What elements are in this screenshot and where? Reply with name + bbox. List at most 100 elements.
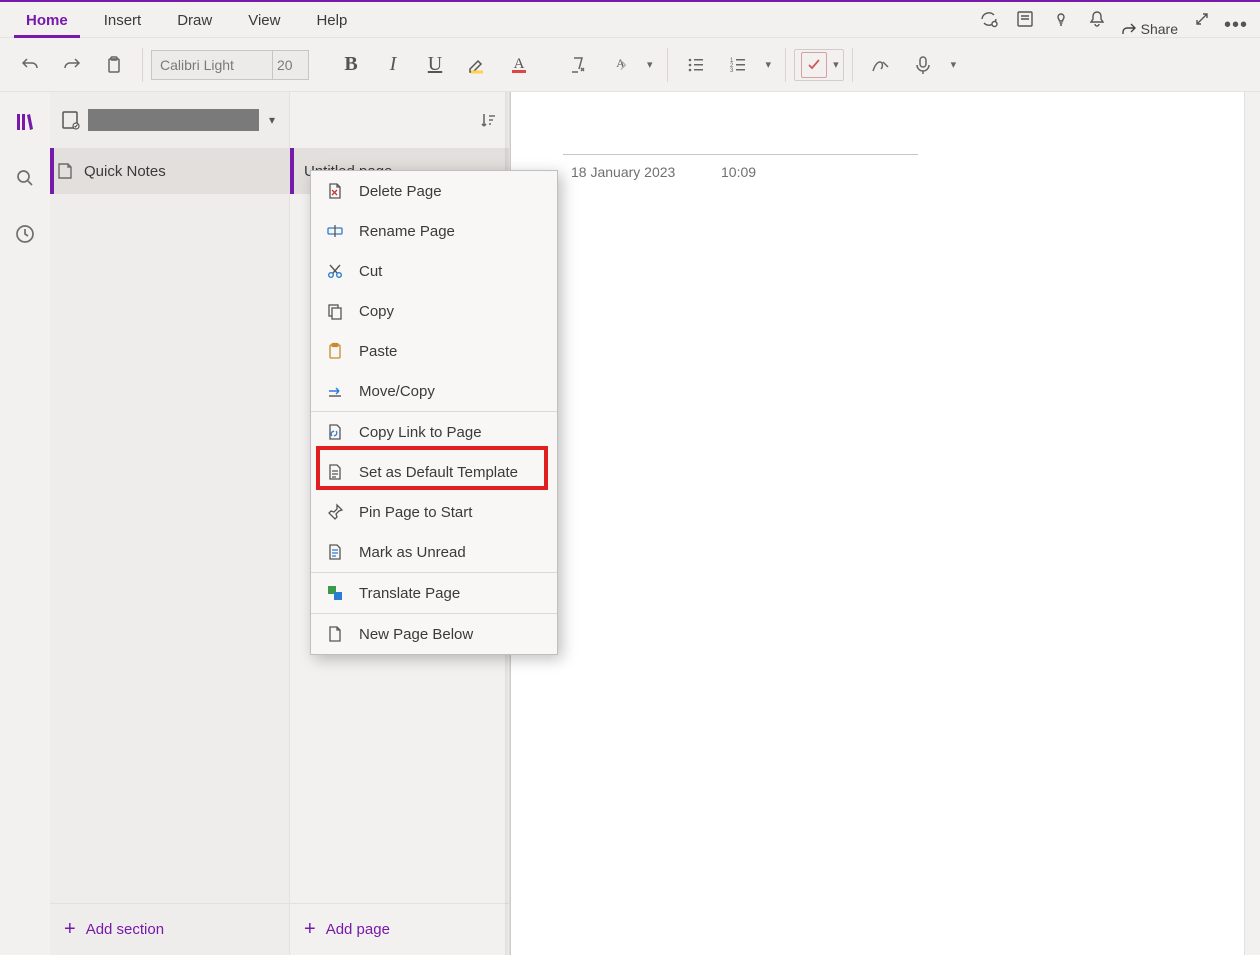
cm-mark-unread[interactable]: Mark as Unread xyxy=(311,532,557,572)
cm-label: Cut xyxy=(359,263,382,280)
cm-cut[interactable]: Cut xyxy=(311,251,557,291)
pin-icon xyxy=(325,502,345,522)
cm-label: Copy Link to Page xyxy=(359,424,482,441)
svg-text:3: 3 xyxy=(730,68,734,74)
cm-set-default-template[interactable]: Set as Default Template xyxy=(311,452,557,492)
add-section-button[interactable]: + Add section xyxy=(50,903,289,955)
undo-button[interactable] xyxy=(10,45,50,85)
feed-icon[interactable] xyxy=(1007,1,1043,37)
ribbon-tab-draw[interactable]: Draw xyxy=(159,6,230,37)
checkbox-icon xyxy=(801,52,827,78)
notebook-title-redacted xyxy=(88,109,259,131)
ribbon-tabs: Home Insert Draw View Help Share ••• xyxy=(0,2,1260,38)
font-picker[interactable] xyxy=(151,50,309,80)
delete-page-icon xyxy=(325,181,345,201)
more-options-icon[interactable]: ••• xyxy=(1220,14,1252,37)
lightbulb-icon[interactable] xyxy=(1043,1,1079,37)
font-group-expand[interactable]: ▾ xyxy=(641,58,659,71)
font-color-button[interactable]: A xyxy=(499,45,539,85)
cm-pin-to-start[interactable]: Pin Page to Start xyxy=(311,492,557,532)
notebook-icon xyxy=(60,109,82,131)
ribbon-tab-help[interactable]: Help xyxy=(298,6,365,37)
cm-label: Pin Page to Start xyxy=(359,504,472,521)
notebooks-button[interactable] xyxy=(7,104,43,140)
highlight-button[interactable] xyxy=(457,45,497,85)
cut-icon xyxy=(325,261,345,281)
page-context-menu: Delete Page Rename Page Cut Copy Paste M… xyxy=(310,170,558,655)
link-icon xyxy=(325,422,345,442)
vertical-scrollbar[interactable] xyxy=(1244,92,1260,955)
numbered-list-button[interactable]: 123 xyxy=(718,45,758,85)
sort-icon[interactable] xyxy=(479,111,497,129)
section-label: Quick Notes xyxy=(84,163,166,180)
ribbon-tab-home[interactable]: Home xyxy=(8,6,86,37)
toolbar-separator xyxy=(142,48,143,82)
toolbar-separator xyxy=(785,48,786,82)
notebook-header[interactable]: ▾ xyxy=(50,92,289,148)
ribbon-toolbar: B I U A A ▾ 123 ▾ ▾ ▾ xyxy=(0,38,1260,92)
voice-group-expand[interactable]: ▾ xyxy=(945,58,963,71)
cm-label: New Page Below xyxy=(359,626,473,643)
format-painter-button[interactable]: A xyxy=(599,45,639,85)
sync-status-icon[interactable] xyxy=(971,1,1007,37)
add-page-label: Add page xyxy=(326,921,390,938)
add-page-button[interactable]: + Add page xyxy=(290,903,509,955)
redo-button[interactable] xyxy=(52,45,92,85)
cm-paste[interactable]: Paste xyxy=(311,331,557,371)
move-icon xyxy=(325,381,345,401)
clipboard-button[interactable] xyxy=(94,45,134,85)
nav-rail xyxy=(0,92,50,955)
ribbon-tab-insert[interactable]: Insert xyxy=(86,6,160,37)
cm-move-copy[interactable]: Move/Copy xyxy=(311,371,557,411)
ink-to-text-button[interactable] xyxy=(861,45,901,85)
plus-icon: + xyxy=(64,918,76,941)
cm-label: Paste xyxy=(359,343,397,360)
font-name-input[interactable] xyxy=(152,51,272,79)
italic-button[interactable]: I xyxy=(373,45,413,85)
cm-copy-link[interactable]: Copy Link to Page xyxy=(311,412,557,452)
bullet-list-button[interactable] xyxy=(676,45,716,85)
cm-new-page-below[interactable]: New Page Below xyxy=(311,614,557,654)
paste-icon xyxy=(325,341,345,361)
share-label: Share xyxy=(1141,21,1178,37)
page-date: 18 January 2023 xyxy=(571,164,675,180)
cm-label: Delete Page xyxy=(359,183,442,200)
clear-formatting-button[interactable] xyxy=(557,45,597,85)
page-title-underline xyxy=(563,154,918,155)
cm-translate[interactable]: Translate Page xyxy=(311,573,557,613)
share-button[interactable]: Share xyxy=(1115,21,1184,37)
underline-button[interactable]: U xyxy=(415,45,455,85)
cm-rename-page[interactable]: Rename Page xyxy=(311,211,557,251)
add-section-label: Add section xyxy=(86,921,164,938)
notifications-icon[interactable] xyxy=(1079,1,1115,37)
page-canvas[interactable]: 18 January 2023 10:09 xyxy=(510,92,1260,955)
copy-icon xyxy=(325,301,345,321)
paragraph-group-expand[interactable]: ▾ xyxy=(760,58,778,71)
bold-button[interactable]: B xyxy=(331,45,371,85)
fullscreen-icon[interactable] xyxy=(1184,1,1220,37)
template-icon xyxy=(325,462,345,482)
chevron-down-icon: ▾ xyxy=(265,113,279,127)
recent-button[interactable] xyxy=(7,216,43,252)
dictate-button[interactable] xyxy=(903,45,943,85)
unread-icon xyxy=(325,542,345,562)
cm-label: Mark as Unread xyxy=(359,544,466,561)
pages-header xyxy=(290,92,509,148)
todo-tag-button[interactable]: ▾ xyxy=(794,49,844,81)
cm-copy[interactable]: Copy xyxy=(311,291,557,331)
share-icon xyxy=(1121,21,1137,37)
cm-label: Set as Default Template xyxy=(359,464,518,481)
cm-label: Move/Copy xyxy=(359,383,435,400)
section-item[interactable]: Quick Notes xyxy=(50,148,289,194)
new-page-icon xyxy=(325,624,345,644)
svg-text:A: A xyxy=(514,56,525,72)
search-button[interactable] xyxy=(7,160,43,196)
cm-label: Translate Page xyxy=(359,585,460,602)
ribbon-tab-view[interactable]: View xyxy=(230,6,298,37)
rename-icon xyxy=(325,221,345,241)
page-time: 10:09 xyxy=(721,164,756,180)
font-size-input[interactable] xyxy=(272,51,308,79)
app-body: ▾ Quick Notes + Add section Untitled pag… xyxy=(0,92,1260,955)
plus-icon: + xyxy=(304,918,316,941)
cm-delete-page[interactable]: Delete Page xyxy=(311,171,557,211)
